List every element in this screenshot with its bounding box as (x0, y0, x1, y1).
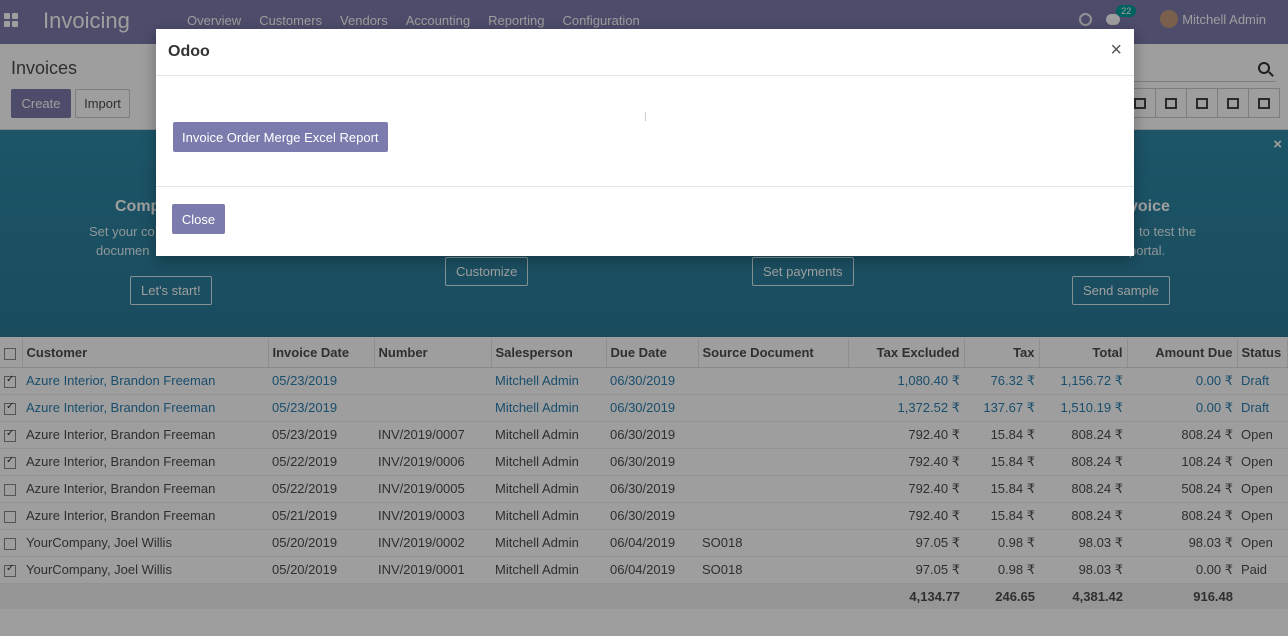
dialog-close-icon[interactable]: × (1110, 39, 1122, 62)
dialog-title: Odoo (168, 43, 210, 60)
dialog-footer: Close (156, 187, 1134, 255)
dialog-header: Odoo × (156, 29, 1134, 76)
close-button[interactable]: Close (172, 204, 225, 234)
divider (645, 112, 646, 121)
report-dialog: Odoo × Invoice Order Merge Excel Report … (156, 29, 1134, 256)
excel-report-button[interactable]: Invoice Order Merge Excel Report (173, 122, 388, 152)
dialog-body: Invoice Order Merge Excel Report (156, 76, 1134, 187)
modal-backdrop-lower (0, 338, 1288, 636)
